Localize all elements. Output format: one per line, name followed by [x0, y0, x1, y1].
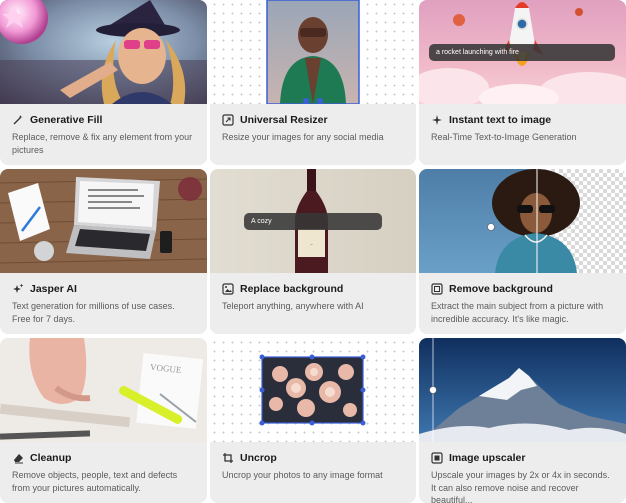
generative-fill-thumbnail	[0, 0, 207, 104]
tool-card-remove-background[interactable]: Remove background Extract the main subje…	[419, 169, 626, 334]
tool-description: Real-Time Text-to-Image Generation	[431, 132, 577, 142]
tool-description: Extract the main subject from a picture …	[431, 301, 604, 324]
tool-title: Remove background	[449, 283, 553, 295]
tool-title: Jasper AI	[30, 283, 77, 295]
tool-title: Generative Fill	[30, 114, 103, 126]
tool-card-jasper-ai[interactable]: Jasper AI Text generation for millions o…	[0, 169, 207, 334]
tool-description: Uncrop your photos to any image format	[222, 470, 383, 480]
tool-card-image-upscaler[interactable]: Image upscaler Upscale your images by 2x…	[419, 338, 626, 503]
tool-title: Replace background	[240, 283, 344, 295]
remove-background-thumbnail	[419, 169, 626, 273]
prompt-input[interactable]: a rocket launching with fire	[429, 44, 615, 61]
tool-description: Upscale your images by 2x or 4x in secon…	[431, 470, 610, 503]
tool-title: Uncrop	[240, 452, 277, 464]
tools-grid: Generative Fill Replace, remove & fix an…	[0, 0, 626, 503]
upscale-icon	[431, 452, 443, 464]
replace-background-thumbnail: ~ A cozy	[210, 169, 416, 273]
spark-icon	[432, 115, 442, 125]
tool-description: Text generation for millions of use case…	[12, 301, 175, 324]
tool-title: Image upscaler	[449, 452, 526, 464]
tool-title: Universal Resizer	[240, 114, 328, 126]
remove-bg-icon	[431, 283, 443, 295]
tool-description: Teleport anything, anywhere with AI	[222, 301, 364, 311]
instant-text-to-image-thumbnail: a rocket launching with fire	[419, 0, 626, 104]
uncrop-icon	[223, 453, 233, 463]
image-replace-icon	[222, 283, 234, 295]
image-upscaler-thumbnail	[419, 338, 626, 442]
tool-card-generative-fill[interactable]: Generative Fill Replace, remove & fix an…	[0, 0, 207, 165]
sparkles-icon	[13, 283, 24, 293]
tool-title: Cleanup	[30, 452, 72, 464]
resize-icon	[222, 114, 234, 126]
tool-description: Remove objects, people, text and defects…	[12, 470, 178, 493]
magic-wand-icon	[13, 115, 23, 125]
universal-resizer-thumbnail	[210, 0, 416, 104]
tool-card-universal-resizer[interactable]: Universal Resizer Resize your images for…	[210, 0, 416, 165]
jasper-ai-thumbnail	[0, 169, 207, 273]
tool-title: Instant text to image	[449, 114, 552, 126]
eraser-icon	[14, 454, 23, 464]
tool-description: Resize your images for any social media	[222, 132, 384, 142]
tool-card-uncrop[interactable]: Uncrop Uncrop your photos to any image f…	[210, 338, 416, 503]
tool-card-instant-text-to-image[interactable]: a rocket launching with fire Instant tex…	[419, 0, 626, 165]
tool-card-cleanup[interactable]: VOGUE Cleanup Remove objects, people, te…	[0, 338, 207, 503]
tool-description: Replace, remove & fix any element from y…	[12, 132, 193, 155]
prompt-input[interactable]: A cozy	[244, 213, 382, 230]
tool-card-replace-background[interactable]: ~ A cozy Replace background Teleport any…	[210, 169, 416, 334]
svg-text:~: ~	[310, 243, 313, 248]
uncrop-thumbnail	[210, 338, 416, 442]
cleanup-thumbnail: VOGUE	[0, 338, 207, 442]
